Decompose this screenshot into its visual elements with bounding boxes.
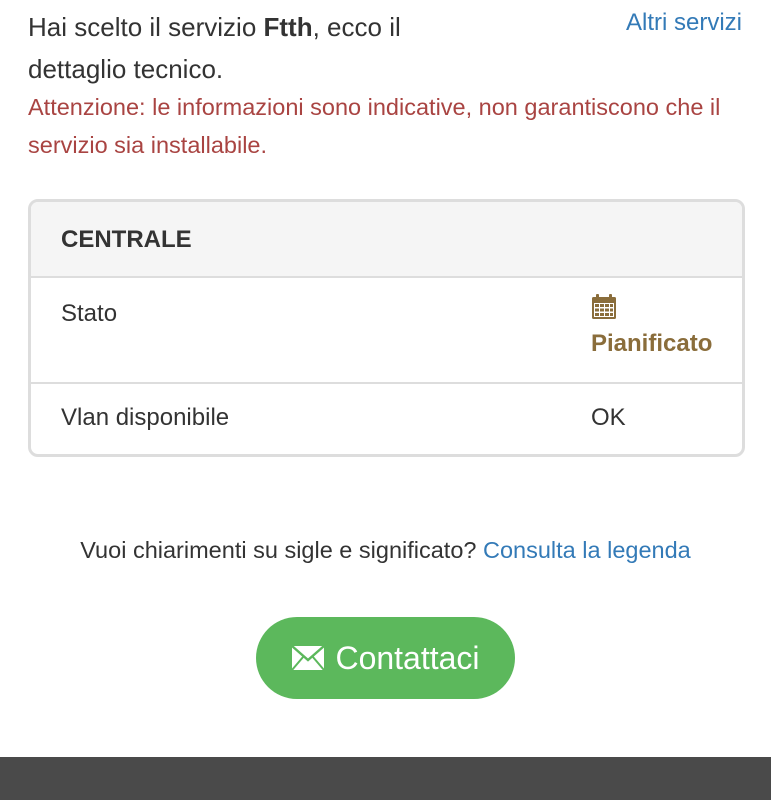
legend-question: Vuoi chiarimenti su sigle e significato? xyxy=(80,537,477,563)
stato-value: Pianificato xyxy=(591,294,712,358)
contact-button-label: Contattaci xyxy=(335,639,480,676)
envelope-icon xyxy=(291,645,326,671)
warning-message: Attenzione: le informazioni sono indicat… xyxy=(28,94,721,158)
table-row-vlan: Vlan disponibile OK xyxy=(31,384,742,454)
legend-prompt: Vuoi chiarimenti su sigle e significato?… xyxy=(0,532,771,568)
calendar-icon xyxy=(592,294,616,319)
stato-value-text: Pianificato xyxy=(591,330,713,357)
panel-heading: CENTRALE xyxy=(31,202,742,278)
stato-label: Stato xyxy=(61,300,118,327)
intro-text-before: Hai scelto il servizio xyxy=(28,12,264,42)
legend-link[interactable]: Consulta la legenda xyxy=(483,537,691,563)
contact-button[interactable]: Contattaci xyxy=(256,617,515,699)
vlan-label: Vlan disponibile xyxy=(61,404,230,431)
page: Hai scelto il servizio Ftth, ecco il det… xyxy=(0,0,771,800)
other-services-link[interactable]: Altri servizi xyxy=(626,8,742,38)
intro-text: Hai scelto il servizio Ftth, ecco il det… xyxy=(28,6,468,90)
vlan-value: OK xyxy=(591,404,626,431)
table-row-stato: Stato Pianificato xyxy=(31,278,742,384)
centrale-panel: CENTRALE Stato Pianificato Vlan disponib… xyxy=(28,199,745,457)
service-name: Ftth xyxy=(263,12,313,42)
footer-bar xyxy=(0,757,771,800)
